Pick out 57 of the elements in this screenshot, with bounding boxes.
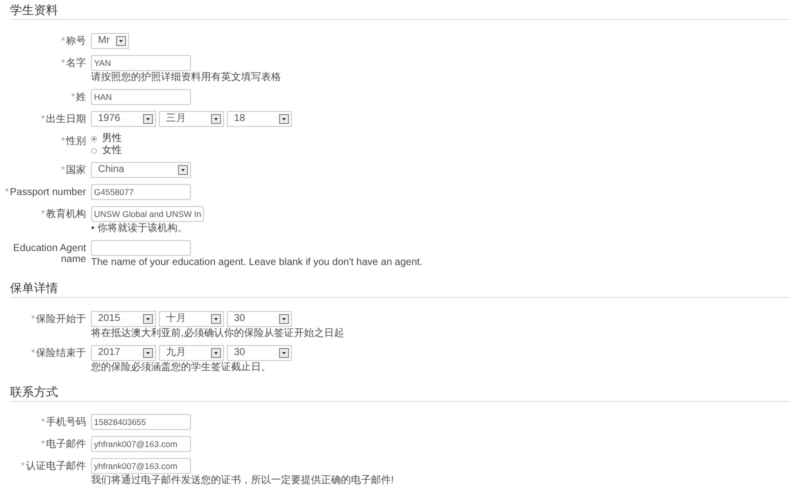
text-field[interactable]: 15828403655 <box>91 414 191 430</box>
hint-text: 您的保险必须涵盖您的学生签证截止日。 <box>91 362 272 373</box>
radio-button[interactable] <box>91 136 97 142</box>
text-field[interactable]: HAN <box>91 89 191 105</box>
field-label: *电子邮件 <box>41 439 86 450</box>
field-label: *教育机构 <box>41 209 86 220</box>
hint-text: The name of your education agent. Leave blank if you don't have an agent. <box>91 257 423 268</box>
field-label: *性别 <box>61 136 86 147</box>
dropdown[interactable]: 30 <box>227 311 292 327</box>
field-label: *出生日期 <box>41 114 86 125</box>
dropdown[interactable]: 三月 <box>159 111 224 127</box>
radio-option[interactable]: 男性 <box>91 133 122 144</box>
caret-icon <box>279 114 289 124</box>
dropdown[interactable]: China <box>91 162 191 178</box>
field-label: *国家 <box>61 165 86 176</box>
hint-text: • 你将就读于该机构。 <box>91 223 188 234</box>
field-label: Education Agent name <box>12 243 86 265</box>
dropdown[interactable]: 1976 <box>91 111 156 127</box>
dropdown[interactable]: 十月 <box>159 311 224 327</box>
caret-icon <box>279 314 289 324</box>
text-field[interactable]: YAN <box>91 55 191 71</box>
text-field[interactable]: UNSW Global and UNSW In <box>91 206 204 222</box>
text-field[interactable]: yhfrank007@163.com <box>91 458 191 474</box>
caret-icon <box>211 314 221 324</box>
field-label: *手机号码 <box>41 417 86 428</box>
radio-option[interactable]: 女性 <box>91 145 122 156</box>
field-label: *称号 <box>61 36 86 47</box>
dropdown[interactable]: 18 <box>227 111 292 127</box>
caret-icon <box>211 348 221 358</box>
dropdown[interactable]: 30 <box>227 345 292 361</box>
hint-text: 将在抵达澳大利亚前,必须确认你的保险从签证开始之日起 <box>91 328 344 339</box>
dropdown[interactable]: Mr <box>91 33 129 49</box>
radio-button[interactable] <box>91 148 97 154</box>
text-field[interactable]: G4558077 <box>91 184 191 200</box>
caret-icon <box>178 165 188 175</box>
field-label: *认证电子邮件 <box>21 461 86 472</box>
caret-icon <box>143 314 153 324</box>
caret-icon <box>143 114 153 124</box>
text-field[interactable] <box>91 240 191 256</box>
section-title: 学生资料 <box>10 4 58 16</box>
dropdown[interactable]: 2015 <box>91 311 156 327</box>
field-label: *姓 <box>71 92 86 103</box>
dropdown[interactable]: 九月 <box>159 345 224 361</box>
caret-icon <box>211 114 221 124</box>
hint-text: 我们将通过电子邮件发送您的证书，所以一定要提供正确的电子邮件! <box>91 475 394 486</box>
field-label: *Passport number <box>4 187 86 198</box>
dropdown[interactable]: 2017 <box>91 345 156 361</box>
section-title: 保单详情 <box>10 282 58 294</box>
field-label: *名字 <box>61 58 86 69</box>
field-label: *保险结束于 <box>31 348 86 359</box>
field-label: *保险开始于 <box>31 314 86 325</box>
caret-icon <box>143 348 153 358</box>
caret-icon <box>279 348 289 358</box>
hint-text: 请按照您的护照详细资料用有英文填写表格 <box>91 72 281 83</box>
text-field[interactable]: yhfrank007@163.com <box>91 436 191 452</box>
section-title: 联系方式 <box>10 386 58 398</box>
caret-icon <box>116 36 126 46</box>
